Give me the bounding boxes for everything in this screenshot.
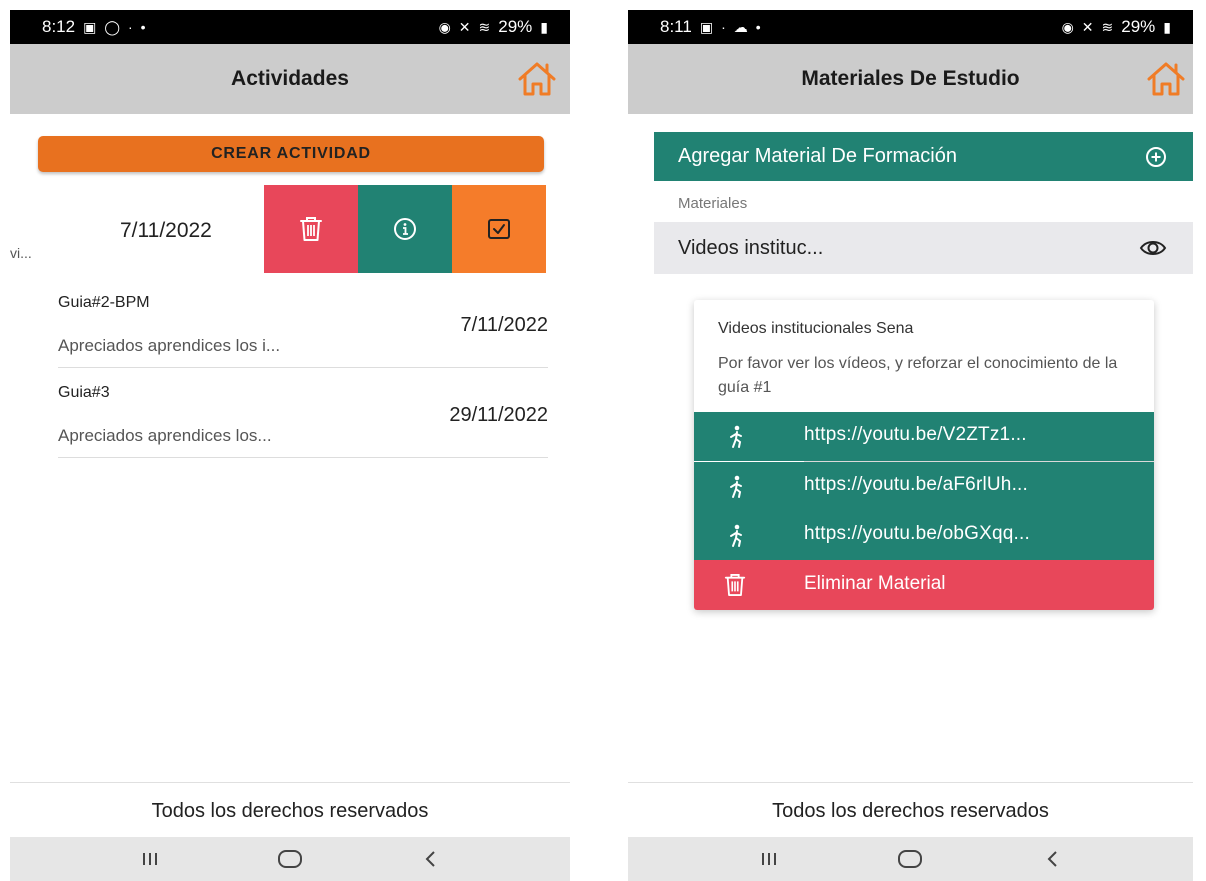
recent-apps-icon — [761, 853, 776, 865]
mute-icon: ✕ — [458, 18, 471, 35]
activity-description: Apreciados aprendices los... — [58, 426, 272, 445]
activities-screen: 8:12 ▣ ◯ · • ◉ ✕ ≋ 29% ▮ Actividades CRE… — [10, 10, 570, 881]
alarm-icon: ◉ — [1061, 18, 1074, 35]
wifi-signal-icon: ≋ — [1101, 18, 1114, 35]
battery-icon: ▮ — [540, 18, 548, 35]
status-bar: 8:11 ▣ · ☁ • ◉ ✕ ≋ 29% ▮ — [628, 10, 1193, 44]
cloud-icon: ☁ — [733, 18, 748, 35]
footer-divider — [628, 782, 1193, 783]
back-button[interactable] — [1032, 844, 1072, 874]
gallery-notification-icon: ▣ — [699, 18, 714, 35]
home-nav-icon — [898, 850, 923, 868]
popup-title: Videos institucionales Sena — [718, 320, 914, 337]
delete-activity-button[interactable] — [264, 185, 358, 273]
video-link-url: https://youtu.be/V2ZTz1... — [804, 424, 1027, 445]
activity-description: Apreciados aprendices los i... — [58, 336, 281, 355]
video-link[interactable]: https://youtu.be/aF6rlUh... — [694, 462, 1154, 511]
system-nav-bar — [628, 837, 1193, 881]
wifi-signal-icon: ≋ — [478, 18, 491, 35]
battery-icon: ▮ — [1163, 18, 1171, 35]
recent-apps-button[interactable] — [130, 844, 170, 874]
complete-activity-button[interactable] — [452, 185, 546, 273]
status-time: 8:11 — [660, 17, 692, 36]
page-title: Actividades — [231, 67, 349, 90]
system-nav-bar — [10, 837, 570, 881]
home-icon[interactable] — [1145, 60, 1187, 98]
app-bar: Materiales De Estudio — [628, 44, 1193, 114]
video-link[interactable]: https://youtu.be/V2ZTz1... — [694, 412, 1154, 461]
whatsapp-notification-icon: ◯ — [104, 18, 120, 35]
walking-person-icon — [730, 475, 742, 498]
home-icon[interactable] — [516, 60, 558, 98]
activity-description: vi... — [10, 245, 32, 261]
back-icon — [425, 851, 435, 867]
swiped-activity-row[interactable]: 7/11/2022 vi... — [10, 185, 570, 275]
home-nav-button[interactable] — [890, 844, 930, 874]
walking-person-icon — [730, 524, 742, 547]
delete-material-label: Eliminar Material — [804, 573, 946, 594]
page-title: Materiales De Estudio — [801, 67, 1020, 90]
create-activity-button[interactable]: CREAR ACTIVIDAD — [38, 136, 544, 172]
video-link[interactable]: https://youtu.be/obGXqq... — [694, 511, 1154, 560]
back-button[interactable] — [410, 844, 450, 874]
activity-name: Guia#3 — [58, 384, 110, 401]
recent-apps-button[interactable] — [749, 844, 789, 874]
dot-icon: • — [755, 19, 761, 35]
material-list-item[interactable]: Videos instituc... — [654, 222, 1193, 274]
notification-dot-icon: · — [128, 19, 133, 35]
material-details-popup: Videos institucionales Sena Por favor ve… — [694, 300, 1154, 610]
section-label: Materiales — [678, 195, 748, 212]
battery-level: 29% — [1121, 17, 1156, 36]
activity-name: Guia#2-BPM — [58, 294, 150, 311]
info-icon — [394, 218, 416, 240]
check-square-icon — [488, 219, 510, 239]
video-link-url: https://youtu.be/obGXqq... — [804, 523, 1030, 544]
mute-icon: ✕ — [1081, 18, 1094, 35]
status-time: 8:12 — [42, 17, 76, 36]
eye-icon[interactable] — [1139, 239, 1167, 257]
video-link-url: https://youtu.be/aF6rlUh... — [804, 474, 1029, 495]
home-nav-icon — [278, 850, 302, 868]
material-name: Videos instituc... — [678, 236, 824, 259]
plus-circle-icon — [1146, 146, 1166, 167]
footer-text: Todos los derechos reservados — [772, 800, 1049, 822]
activity-info-button[interactable] — [358, 185, 452, 273]
activity-list-item[interactable]: Guia#3 Apreciados aprendices los... 29/1… — [58, 368, 548, 458]
dot-icon: • — [140, 19, 146, 35]
notification-dot-icon: · — [721, 19, 726, 35]
activity-date: 29/11/2022 — [449, 404, 548, 426]
activity-date: 7/11/2022 — [460, 314, 549, 336]
app-bar: Actividades — [10, 44, 570, 114]
study-materials-screen: 8:11 ▣ · ☁ • ◉ ✕ ≋ 29% ▮ Materiales De E… — [628, 10, 1193, 881]
back-icon — [1047, 851, 1057, 867]
trash-icon — [724, 574, 746, 596]
activity-list-item[interactable]: Guia#2-BPM Apreciados aprendices los i..… — [58, 278, 548, 368]
recent-apps-icon — [143, 853, 157, 865]
add-material-label: Agregar Material De Formación — [678, 145, 957, 167]
footer-divider — [10, 782, 570, 783]
battery-level: 29% — [498, 17, 533, 36]
trash-icon — [300, 217, 322, 241]
popup-message: Por favor ver los vídeos, y reforzar el … — [718, 355, 1118, 396]
alarm-icon: ◉ — [438, 18, 451, 35]
activity-date: 7/11/2022 — [120, 219, 212, 242]
status-bar: 8:12 ▣ ◯ · • ◉ ✕ ≋ 29% ▮ — [10, 10, 570, 44]
home-nav-button[interactable] — [270, 844, 310, 874]
gallery-notification-icon: ▣ — [83, 18, 97, 35]
walking-person-icon — [730, 425, 742, 448]
add-material-button[interactable]: Agregar Material De Formación — [654, 132, 1193, 181]
footer-text: Todos los derechos reservados — [151, 800, 429, 822]
delete-material-button[interactable]: Eliminar Material — [694, 560, 1154, 610]
